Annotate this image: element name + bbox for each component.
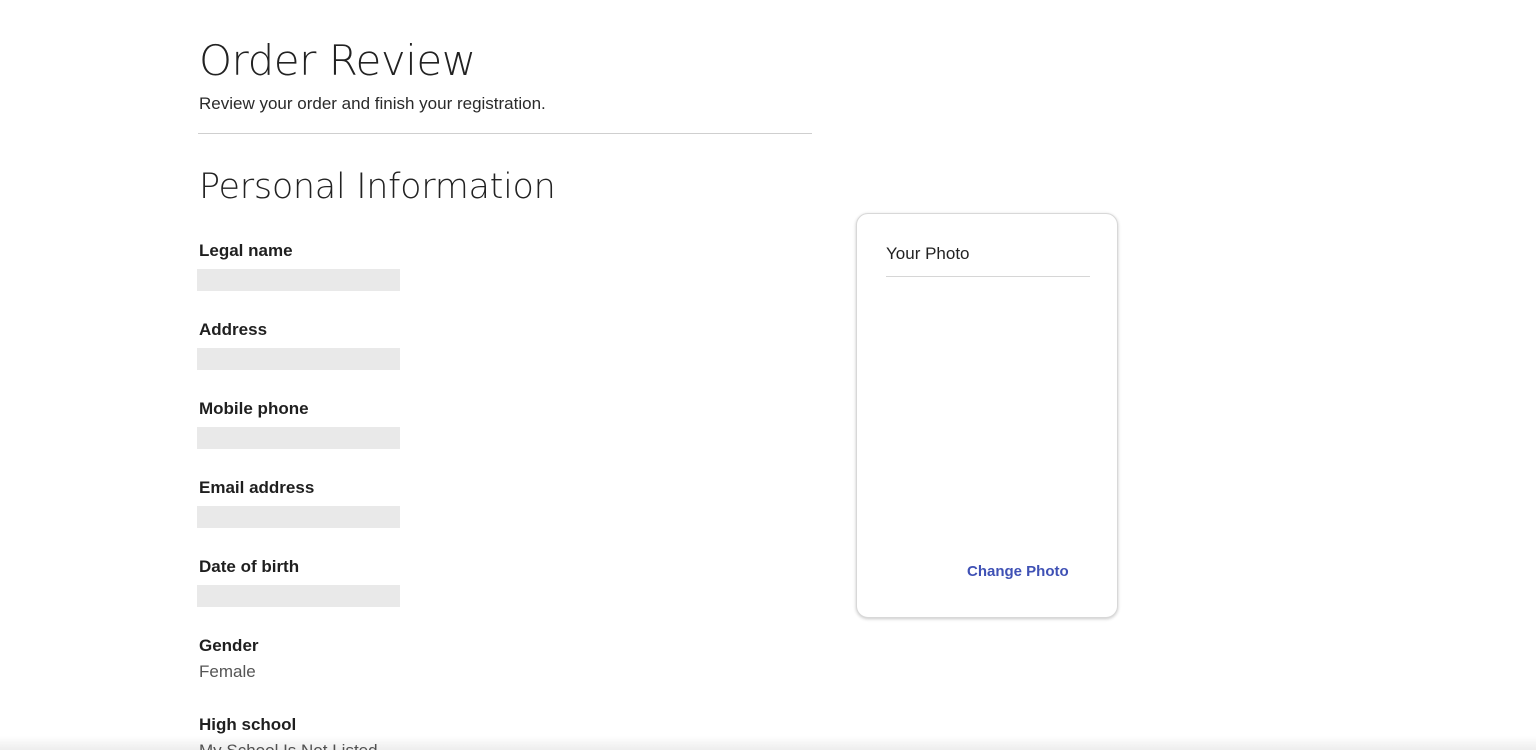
field-high-school: High school My School Is Not Listed <box>199 715 599 750</box>
photo-card-divider <box>886 276 1090 277</box>
field-value-placeholder <box>197 427 400 449</box>
change-photo-button[interactable]: Change Photo <box>967 563 1069 580</box>
field-mobile-phone: Mobile phone <box>197 399 599 449</box>
photo-preview <box>886 284 1090 554</box>
field-value: My School Is Not Listed <box>199 741 599 750</box>
field-value-placeholder <box>197 506 400 528</box>
field-address: Address <box>197 320 599 370</box>
field-label: Legal name <box>199 241 293 260</box>
field-value-placeholder <box>197 269 400 291</box>
field-gender: Gender Female <box>199 636 599 682</box>
field-label: Address <box>199 320 268 339</box>
field-label: High school <box>199 715 297 734</box>
field-value: Female <box>199 662 256 681</box>
photo-card-title: Your Photo <box>886 244 970 263</box>
page-title: Order Review <box>199 36 476 85</box>
field-label: Email address <box>199 478 315 497</box>
order-review-page: Order Review Review your order and finis… <box>0 0 1536 750</box>
photo-card: Your Photo Change Photo <box>856 213 1118 618</box>
field-label: Date of birth <box>199 557 300 576</box>
field-email-address: Email address <box>197 478 599 528</box>
field-value-placeholder <box>197 348 400 370</box>
field-label: Mobile phone <box>199 399 309 418</box>
field-date-of-birth: Date of birth <box>197 557 599 607</box>
field-label: Gender <box>199 636 259 655</box>
header-divider <box>198 133 812 134</box>
page-subtitle: Review your order and finish your regist… <box>199 94 546 113</box>
field-value-placeholder <box>197 585 400 607</box>
field-legal-name: Legal name <box>197 241 599 291</box>
section-title-personal-information: Personal Information <box>199 167 556 207</box>
